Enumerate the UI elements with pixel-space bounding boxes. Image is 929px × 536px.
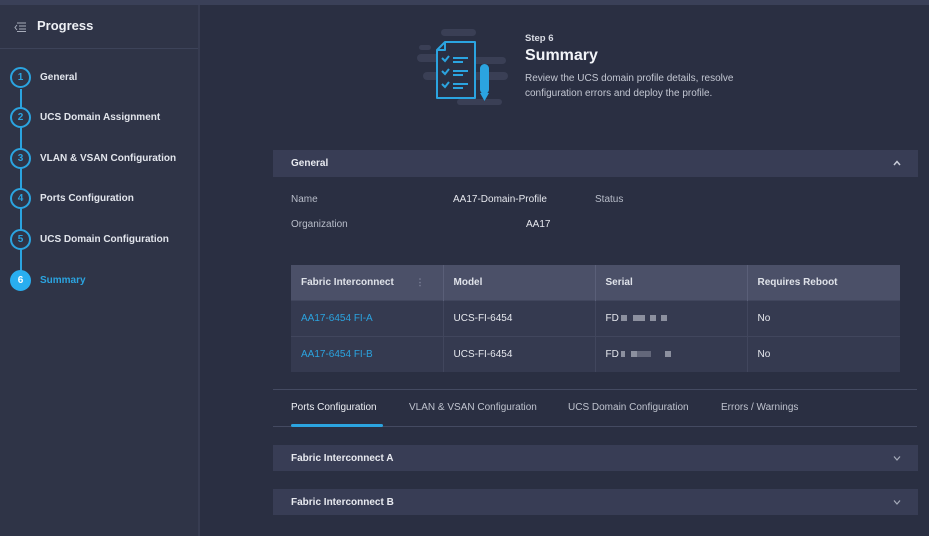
redacted-serial (636, 351, 651, 358)
fi-link[interactable]: AA17-6454 FI-A (301, 313, 373, 324)
checklist-document-icon (417, 29, 508, 105)
general-section-header[interactable]: General (273, 150, 918, 177)
redacted-serial (660, 314, 667, 321)
serial-prefix: FD (605, 348, 619, 360)
step-number: 3 (10, 147, 31, 169)
page-title: Summary (525, 47, 598, 64)
divider (273, 389, 917, 390)
serial-cell: FD (595, 299, 748, 336)
table-header-row: Fabric Interconnect ⋮ Model Serial Requi… (291, 265, 900, 300)
step-ucs-domain-assignment[interactable]: 2 UCS Domain Assignment (10, 106, 160, 128)
redacted-serial (664, 351, 671, 358)
step-vlan-vsan-configuration[interactable]: 3 VLAN & VSAN Configuration (10, 147, 176, 169)
name-label: Name (291, 194, 318, 205)
section-title: General (291, 158, 329, 169)
progress-sidebar: Progress 1 General 2 UCS Domain Assignme… (0, 5, 200, 536)
sidebar-title: Progress (37, 18, 94, 33)
redacted-serial (649, 314, 656, 321)
model-cell: UCS-FI-6454 (443, 299, 596, 336)
step-label: UCS Domain Configuration (40, 233, 169, 245)
chevron-up-icon[interactable] (892, 158, 902, 168)
collapse-menu-icon[interactable] (14, 22, 26, 32)
step-label: UCS Domain Assignment (40, 111, 161, 123)
model-cell: UCS-FI-6454 (443, 335, 596, 372)
tab-ports-configuration[interactable]: Ports Configuration (291, 402, 377, 413)
accordion-title: Fabric Interconnect A (291, 452, 394, 464)
step-number: 4 (10, 187, 31, 209)
step-label: VLAN & VSAN Configuration (40, 152, 177, 164)
serial-prefix: FD (605, 312, 619, 324)
step-number: 6 (10, 269, 31, 291)
step-number: 1 (10, 66, 31, 88)
step-indicator: Step 6 (525, 33, 554, 44)
requires-reboot-cell: No (747, 299, 900, 336)
name-value: AA17-Domain-Profile (453, 194, 547, 205)
organization-label: Organization (291, 219, 348, 230)
table-row: AA17-6454 FI-A UCS-FI-6454 FD No (291, 299, 900, 336)
chevron-down-icon[interactable] (892, 497, 902, 507)
column-header-serial[interactable]: Serial (595, 265, 748, 300)
accordion-fabric-interconnect-b[interactable]: Fabric Interconnect B (273, 489, 918, 515)
step-ucs-domain-configuration[interactable]: 5 UCS Domain Configuration (10, 228, 169, 250)
sidebar-header: Progress (0, 5, 198, 49)
sort-icon[interactable]: ⋮ (416, 277, 425, 288)
step-label: General (40, 71, 78, 83)
redacted-serial (632, 314, 645, 321)
active-tab-indicator (291, 424, 383, 427)
fi-cell[interactable]: AA17-6454 FI-A (291, 299, 444, 336)
fi-cell[interactable]: AA17-6454 FI-B (291, 335, 444, 372)
tab-ucs-domain-configuration[interactable]: UCS Domain Configuration (568, 402, 689, 413)
step-label: Summary (40, 274, 86, 286)
status-label: Status (595, 194, 624, 205)
page-description: Review the UCS domain profile details, r… (525, 73, 734, 99)
column-header-fabric-interconnect[interactable]: Fabric Interconnect ⋮ (291, 265, 444, 300)
tab-errors-warnings[interactable]: Errors / Warnings (721, 402, 798, 413)
tab-vlan-vsan-configuration[interactable]: VLAN & VSAN Configuration (409, 402, 537, 413)
step-number: 2 (10, 106, 31, 128)
column-header-model[interactable]: Model (443, 265, 596, 300)
step-number: 5 (10, 228, 31, 250)
step-summary[interactable]: 6 Summary (10, 269, 86, 291)
step-label: Ports Configuration (40, 192, 134, 204)
step-general[interactable]: 1 General (10, 66, 77, 88)
accordion-title: Fabric Interconnect B (291, 496, 394, 508)
column-header-requires-reboot[interactable]: Requires Reboot (747, 265, 900, 300)
step-ports-configuration[interactable]: 4 Ports Configuration (10, 187, 134, 209)
accordion-fabric-interconnect-a[interactable]: Fabric Interconnect A (273, 445, 918, 471)
chevron-down-icon[interactable] (892, 453, 902, 463)
serial-cell: FD (595, 335, 748, 372)
fabric-interconnect-table: Fabric Interconnect ⋮ Model Serial Requi… (291, 265, 900, 372)
table-row: AA17-6454 FI-B UCS-FI-6454 FD No (291, 335, 900, 372)
redacted-serial (620, 351, 625, 358)
redacted-serial (620, 314, 627, 321)
organization-value: AA17 (526, 219, 551, 230)
fi-link[interactable]: AA17-6454 FI-B (301, 349, 373, 360)
requires-reboot-cell: No (747, 335, 900, 372)
